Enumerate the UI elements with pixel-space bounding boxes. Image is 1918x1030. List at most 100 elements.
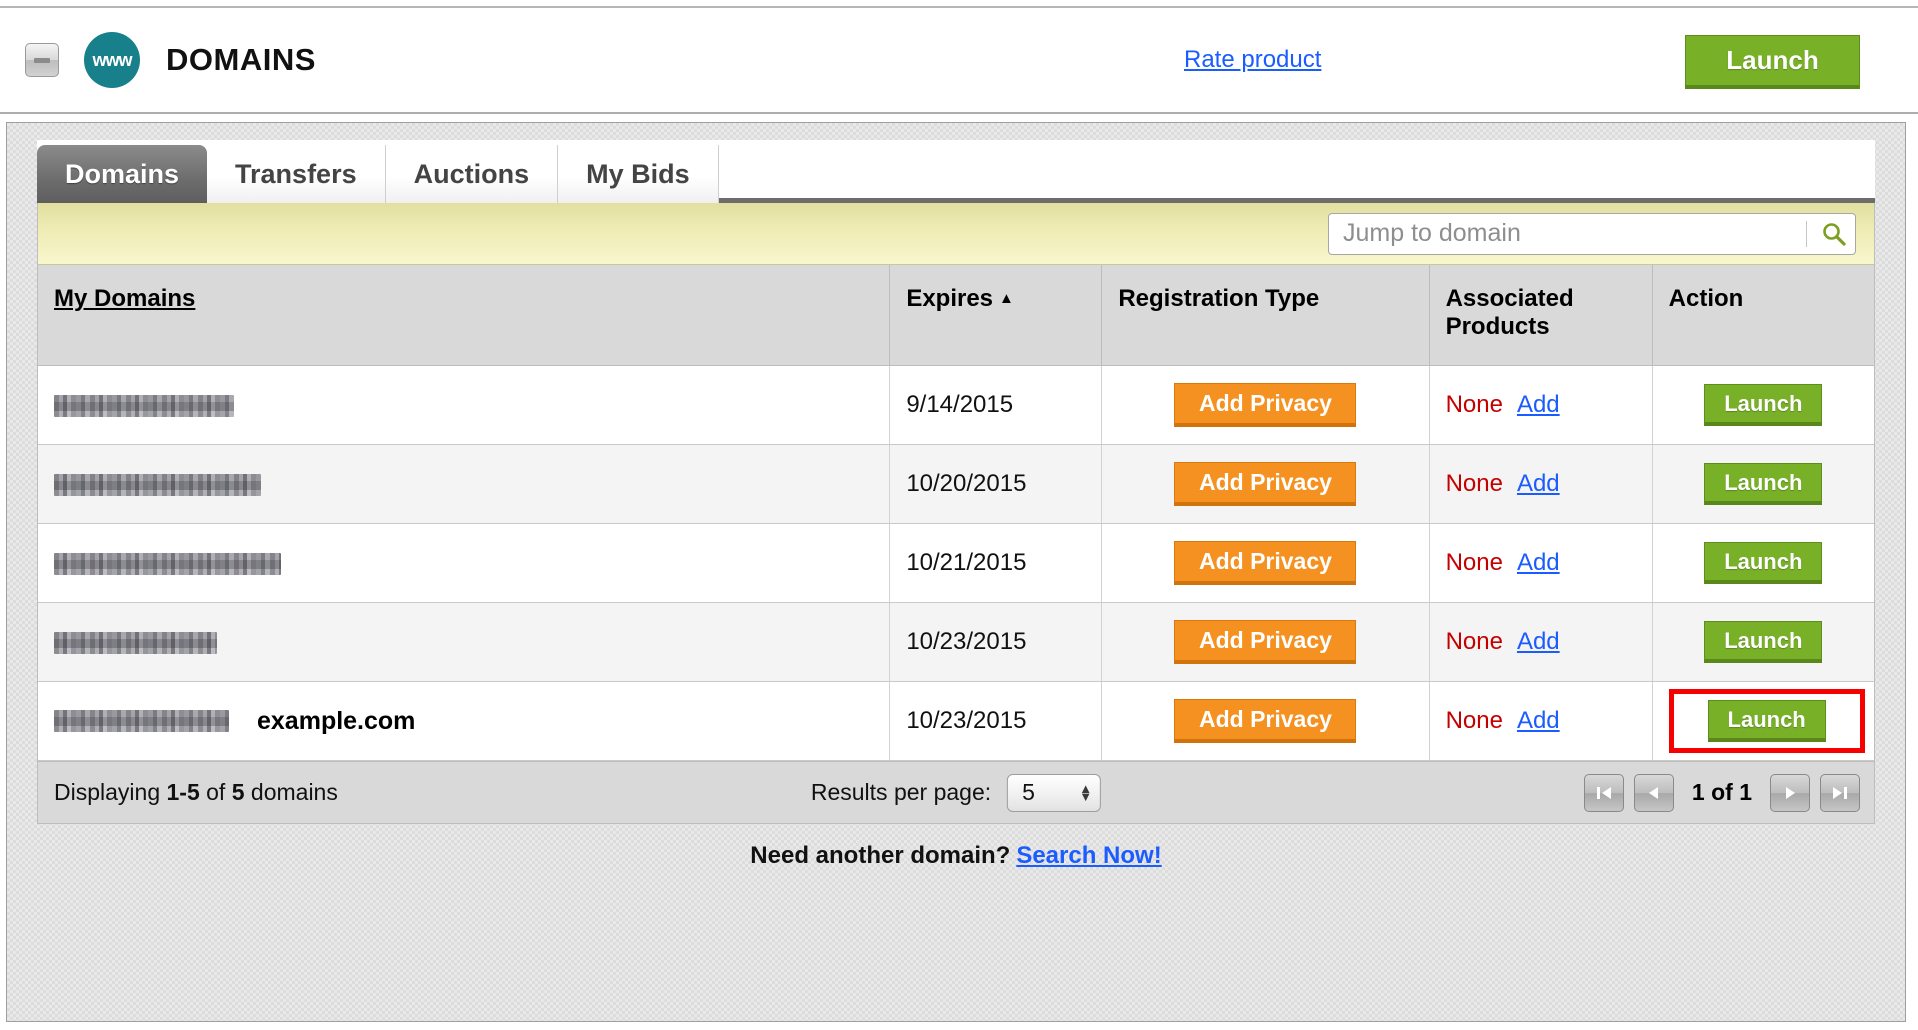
- associated-products-value: None: [1446, 707, 1503, 734]
- cell-action: Launch: [1652, 682, 1874, 761]
- cell-expires: 10/21/2015: [890, 524, 1102, 603]
- column-header-my-domains[interactable]: My Domains: [38, 265, 890, 366]
- add-privacy-button[interactable]: Add Privacy: [1174, 462, 1356, 506]
- add-associated-product-link[interactable]: Add: [1517, 549, 1560, 576]
- pagination-prev-button[interactable]: [1634, 774, 1674, 812]
- add-associated-product-link[interactable]: Add: [1517, 707, 1560, 734]
- column-header-associated-products[interactable]: Associated Products: [1429, 265, 1652, 366]
- cell-registration-type: Add Privacy: [1102, 524, 1429, 603]
- promo-need-domain: Need another domain?Search Now!: [37, 842, 1875, 870]
- search-now-link[interactable]: Search Now!: [1016, 842, 1161, 869]
- results-per-page-select[interactable]: 5 ▲▼: [1007, 774, 1101, 812]
- table-row: 10/20/2015 Add Privacy NoneAdd Launch: [38, 445, 1874, 524]
- cell-registration-type: Add Privacy: [1102, 366, 1429, 445]
- stepper-icon: ▲▼: [1079, 785, 1092, 801]
- redacted-domain-name: [54, 632, 217, 654]
- www-logo-text: www: [92, 50, 131, 71]
- table-header-row: My Domains Expires▲ Registration Type As…: [38, 265, 1874, 366]
- associated-products-value: None: [1446, 391, 1503, 418]
- tab-auctions[interactable]: Auctions: [386, 145, 559, 203]
- displaying-suffix: domains: [245, 779, 338, 805]
- cell-action: Launch: [1652, 445, 1874, 524]
- search-icon[interactable]: [1817, 217, 1851, 251]
- domains-card: My Domains Expires▲ Registration Type As…: [37, 203, 1875, 824]
- associated-products-value: None: [1446, 628, 1503, 655]
- add-associated-product-link[interactable]: Add: [1517, 470, 1560, 497]
- sort-ascending-icon: ▲: [999, 290, 1014, 307]
- cell-action: Launch: [1652, 366, 1874, 445]
- launch-button[interactable]: Launch: [1704, 621, 1822, 663]
- column-header-associated-products-label: Associated Products: [1446, 285, 1574, 340]
- cell-registration-type: Add Privacy: [1102, 603, 1429, 682]
- displaying-range: 1-5: [167, 779, 200, 805]
- minus-icon: [34, 58, 50, 63]
- table-body: 9/14/2015Add PrivacyNoneAddLaunch10/20/2…: [38, 366, 1874, 761]
- results-per-page-group: Results per page: 5 ▲▼: [811, 774, 1101, 812]
- table-row: 9/14/2015 Add Privacy None Add Launch: [38, 366, 1874, 445]
- cell-domain-name: [38, 445, 890, 524]
- cell-domain-name: [38, 524, 890, 603]
- rate-product-link[interactable]: Rate product: [1184, 46, 1321, 74]
- cell-associated-products: None Add: [1429, 603, 1652, 682]
- add-privacy-button[interactable]: Add Privacy: [1174, 699, 1356, 743]
- search-input[interactable]: [1341, 218, 1796, 249]
- launch-button[interactable]: Launch: [1704, 542, 1822, 584]
- cell-registration-type: Add Privacy: [1102, 445, 1429, 524]
- displaying-total: 5: [232, 779, 245, 805]
- promo-text: Need another domain?: [750, 842, 1010, 869]
- column-header-registration-type-label: Registration Type: [1118, 285, 1319, 312]
- displaying-prefix: Displaying: [54, 779, 167, 805]
- column-header-expires[interactable]: Expires▲: [890, 265, 1102, 366]
- page-title: DOMAINS: [166, 42, 316, 78]
- domain-annotation-label: example.com: [257, 707, 415, 735]
- column-header-registration-type[interactable]: Registration Type: [1102, 265, 1429, 366]
- cell-domain-name: example.com: [38, 682, 890, 761]
- pagination-info: 1 of 1: [1692, 779, 1752, 806]
- launch-button-highlight-box: Launch: [1669, 689, 1865, 753]
- displaying-mid: of: [200, 779, 232, 805]
- cell-domain-name: [38, 603, 890, 682]
- header-launch-button[interactable]: Launch: [1685, 35, 1860, 89]
- search-strip: [38, 203, 1874, 265]
- content-panel: Domains Transfers Auctions My Bids: [6, 122, 1906, 1022]
- tab-my-bids[interactable]: My Bids: [558, 145, 719, 203]
- search-box[interactable]: [1328, 213, 1856, 255]
- table-row: 10/23/2015 Add Privacy None Add Launch: [38, 603, 1874, 682]
- cell-expires: 9/14/2015: [890, 366, 1102, 445]
- cell-associated-products: NoneAdd: [1429, 524, 1652, 603]
- cell-registration-type: Add Privacy: [1102, 682, 1429, 761]
- pagination-first-button[interactable]: [1584, 774, 1624, 812]
- app-header: www DOMAINS Rate product Launch: [0, 6, 1918, 114]
- column-header-action-label: Action: [1669, 285, 1744, 312]
- cell-action: Launch: [1652, 524, 1874, 603]
- pagination-last-button[interactable]: [1820, 774, 1860, 812]
- redacted-domain-name: [54, 710, 229, 732]
- cell-expires: 10/20/2015: [890, 445, 1102, 524]
- cell-action: Launch: [1652, 603, 1874, 682]
- add-privacy-button[interactable]: Add Privacy: [1174, 541, 1356, 585]
- add-associated-product-link[interactable]: Add: [1517, 628, 1560, 655]
- cell-expires: 10/23/2015: [890, 682, 1102, 761]
- displaying-count: Displaying 1-5 of 5 domains: [54, 779, 338, 806]
- column-header-action: Action: [1652, 265, 1874, 366]
- cell-expires: 10/23/2015: [890, 603, 1102, 682]
- launch-button[interactable]: Launch: [1704, 463, 1822, 505]
- add-privacy-button[interactable]: Add Privacy: [1174, 620, 1356, 664]
- add-privacy-button[interactable]: Add Privacy: [1174, 383, 1356, 427]
- domains-table: My Domains Expires▲ Registration Type As…: [38, 265, 1874, 761]
- table-footer: Displaying 1-5 of 5 domains Results per …: [38, 761, 1874, 823]
- tab-domains[interactable]: Domains: [37, 145, 207, 203]
- launch-button[interactable]: Launch: [1708, 700, 1826, 742]
- cell-associated-products: None Add: [1429, 682, 1652, 761]
- pagination-next-button[interactable]: [1770, 774, 1810, 812]
- cell-domain-name: [38, 366, 890, 445]
- table-row: example.com 10/23/2015 Add Privacy None Add L…: [38, 682, 1874, 761]
- add-associated-product-link[interactable]: Add: [1517, 391, 1560, 418]
- collapse-button[interactable]: [25, 43, 59, 77]
- cell-associated-products: None Add: [1429, 366, 1652, 445]
- tab-transfers[interactable]: Transfers: [207, 145, 386, 203]
- redacted-domain-name: [54, 395, 234, 417]
- pagination: 1 of 1: [1584, 774, 1860, 812]
- cell-associated-products: NoneAdd: [1429, 445, 1652, 524]
- launch-button[interactable]: Launch: [1704, 384, 1822, 426]
